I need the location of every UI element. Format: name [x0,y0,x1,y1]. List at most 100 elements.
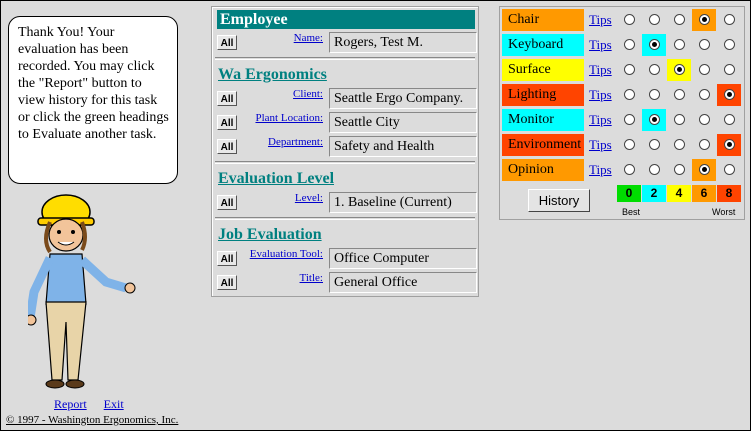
score-header-6: 6 [692,185,716,202]
rating-radio-opinion-0[interactable] [624,164,635,175]
tips-link-chair[interactable]: Tips [589,9,612,31]
category-environment: Environment [502,134,584,156]
rating-radio-chair-0[interactable] [624,14,635,25]
job-evaluation-heading[interactable]: Job Evaluation [218,226,322,244]
rating-radio-lighting-4[interactable] [674,89,685,100]
history-button[interactable]: History [528,189,590,212]
rating-radio-chair-2[interactable] [649,14,660,25]
level-field[interactable]: 1. Baseline (Current) [329,192,477,213]
evaluation-tool-field[interactable]: Office Computer [329,248,477,269]
tips-link-surface[interactable]: Tips [589,59,612,81]
level-label[interactable]: Level: [295,192,323,204]
plant-location-label[interactable]: Plant Location: [255,112,323,124]
rating-radio-keyboard-8[interactable] [724,39,735,50]
level-row: All Level: 1. Baseline (Current) [215,192,477,214]
rating-cell [717,59,741,81]
tool-all-button[interactable]: All [217,251,237,266]
rating-radio-lighting-8[interactable] [724,89,735,100]
rating-radio-opinion-6[interactable] [699,164,710,175]
rating-radio-keyboard-0[interactable] [624,39,635,50]
tips-link-opinion[interactable]: Tips [589,159,612,181]
rating-cell [617,34,641,56]
message-bubble: Thank You! Your evaluation has been reco… [8,16,178,184]
rating-cell [667,34,691,56]
rating-radio-environment-8[interactable] [724,139,735,150]
rating-radio-environment-2[interactable] [649,139,660,150]
rating-radio-surface-8[interactable] [724,64,735,75]
rating-radio-chair-6[interactable] [699,14,710,25]
department-label[interactable]: Department: [268,136,323,148]
divider [215,57,475,60]
level-all-button[interactable]: All [217,195,237,210]
rating-radio-opinion-8[interactable] [724,164,735,175]
rating-cell [617,59,641,81]
rating-radio-environment-6[interactable] [699,139,710,150]
report-link[interactable]: Report [54,397,87,411]
tips-link-monitor[interactable]: Tips [589,109,612,131]
rating-radio-chair-8[interactable] [724,14,735,25]
rating-cell [642,109,666,131]
client-row: All Client: Seattle Ergo Company. [215,88,477,110]
evaluation-tool-label[interactable]: Evaluation Tool: [250,248,323,260]
rating-cell [717,134,741,156]
ergonomist-character-illustration [28,194,136,389]
rating-radio-keyboard-6[interactable] [699,39,710,50]
name-label[interactable]: Name: [294,32,323,44]
plant-all-button[interactable]: All [217,115,237,130]
rating-radio-surface-6[interactable] [699,64,710,75]
divider [215,161,475,164]
employee-heading[interactable]: Employee [217,10,475,29]
rating-radio-monitor-0[interactable] [624,114,635,125]
rating-cell [667,59,691,81]
rating-radio-surface-4[interactable] [674,64,685,75]
name-all-button[interactable]: All [217,35,237,50]
exit-link[interactable]: Exit [104,397,124,411]
category-monitor: Monitor [502,109,584,131]
category-lighting: Lighting [502,84,584,106]
rating-radio-chair-4[interactable] [674,14,685,25]
rating-radio-lighting-0[interactable] [624,89,635,100]
rating-radio-lighting-6[interactable] [699,89,710,100]
rating-cell [667,84,691,106]
department-field[interactable]: Safety and Health [329,136,477,157]
rating-cell [642,9,666,31]
plant-location-field[interactable]: Seattle City [329,112,477,133]
evaluation-level-heading[interactable]: Evaluation Level [218,170,334,188]
rating-cell [692,34,716,56]
title-field[interactable]: General Office [329,272,477,293]
client-label[interactable]: Client: [293,88,323,100]
name-field[interactable]: Rogers, Test M. [329,32,477,53]
client-field[interactable]: Seattle Ergo Company. [329,88,477,109]
rating-cell [617,84,641,106]
rating-radio-environment-4[interactable] [674,139,685,150]
rating-radio-monitor-4[interactable] [674,114,685,125]
plant-location-row: All Plant Location: Seattle City [215,112,477,134]
worst-label: Worst [712,207,736,217]
tips-link-lighting[interactable]: Tips [589,84,612,106]
client-all-button[interactable]: All [217,91,237,106]
rating-cell [617,134,641,156]
title-label[interactable]: Title: [300,272,323,284]
rating-cell [617,159,641,181]
rating-radio-surface-0[interactable] [624,64,635,75]
score-header-0: 0 [617,185,641,202]
rating-radio-keyboard-2[interactable] [649,39,660,50]
rating-radio-monitor-8[interactable] [724,114,735,125]
rating-cell [667,159,691,181]
title-all-button[interactable]: All [217,275,237,290]
category-surface: Surface [502,59,584,81]
department-all-button[interactable]: All [217,139,237,154]
rating-radio-monitor-6[interactable] [699,114,710,125]
rating-radio-monitor-2[interactable] [649,114,660,125]
tips-link-environment[interactable]: Tips [589,134,612,156]
rating-radio-surface-2[interactable] [649,64,660,75]
evaluation-info-panel: Employee All Name: Rogers, Test M. Wa Er… [211,6,479,297]
rating-radio-environment-0[interactable] [624,139,635,150]
rating-radio-lighting-2[interactable] [649,89,660,100]
rating-radio-keyboard-4[interactable] [674,39,685,50]
rating-radio-opinion-4[interactable] [674,164,685,175]
title-row: All Title: General Office [215,272,477,294]
rating-radio-opinion-2[interactable] [649,164,660,175]
tips-link-keyboard[interactable]: Tips [589,34,612,56]
wa-ergonomics-heading[interactable]: Wa Ergonomics [218,66,327,84]
